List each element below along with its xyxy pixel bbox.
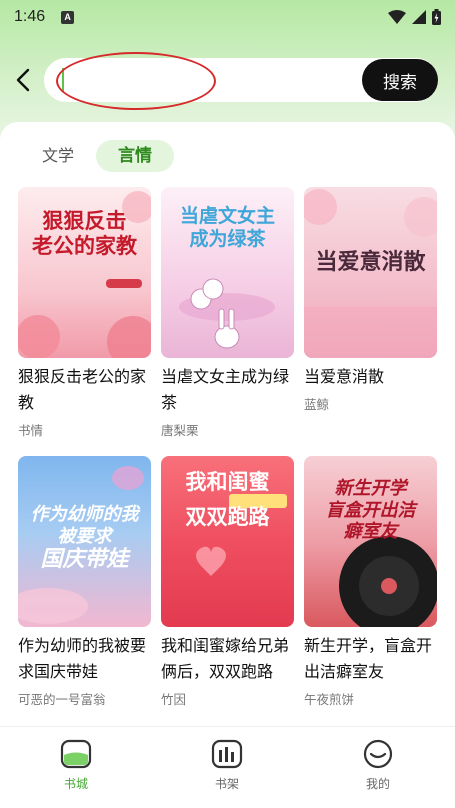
cover-title: 作为幼师的我 被要求 国庆带娃: [18, 504, 151, 574]
status-bar: 1:46 A: [0, 0, 455, 34]
book-author: 可恶的一号富翁: [18, 692, 106, 707]
search-input[interactable]: [62, 64, 352, 96]
signal-icon: [412, 10, 426, 24]
nav-label: 我的: [365, 777, 390, 791]
bookstore-icon: [60, 739, 92, 769]
book-title: 当虐文女主成为绿茶: [161, 367, 290, 412]
book-title: 新生开学，盲盒开出洁癖室友: [304, 636, 433, 681]
book-card[interactable]: 狠狠反击 老公的家教 狠狠反击老公的家教 书情: [18, 187, 151, 439]
tab-wenxue[interactable]: 文学: [38, 140, 78, 172]
book-author: 书情: [18, 423, 44, 438]
wifi-icon: [388, 10, 406, 24]
book-title: 作为幼师的我被要求国庆带娃: [18, 636, 147, 681]
book-card[interactable]: 新生开学 盲盒开出洁 癖室友 新生开学，盲盒开出洁癖室友 午夜煎饼: [304, 456, 437, 708]
cover-title-line: 盲盒开出洁: [325, 499, 416, 521]
book-title: 狠狠反击老公的家教: [18, 367, 147, 412]
profile-icon: [363, 739, 393, 769]
book-cover: 我和闺蜜 双双跑路: [161, 456, 294, 627]
book-cover: 当爱意消散: [304, 187, 437, 358]
search-button[interactable]: 搜索: [362, 59, 438, 101]
cover-title-line: 新生开学: [334, 478, 407, 499]
cover-title-line: 作为幼师的我: [30, 504, 139, 525]
book-cover: 作为幼师的我 被要求 国庆带娃: [18, 456, 151, 627]
nav-label: 书架: [214, 777, 239, 791]
category-tabs: 文学 言情: [0, 140, 455, 174]
chevron-left-icon: [16, 68, 30, 92]
nav-profile[interactable]: 我的: [343, 739, 413, 792]
cover-title: 新生开学 盲盒开出洁 癖室友: [304, 478, 437, 543]
book-author: 午夜煎饼: [304, 692, 355, 707]
status-time: 1:46: [14, 8, 46, 25]
book-card[interactable]: 我和闺蜜 双双跑路 我和闺蜜嫁给兄弟俩后，双双跑路 竹因: [161, 456, 294, 708]
book-cover: 狠狠反击 老公的家教: [18, 187, 151, 358]
book-title: 我和闺蜜嫁给兄弟俩后，双双跑路: [161, 636, 290, 681]
bottom-nav: 书城 书架 我的: [0, 726, 455, 808]
text-cursor: [62, 68, 64, 92]
cover-title-line: 成为绿茶: [189, 227, 266, 250]
cover-title-line: 老公的家教: [32, 234, 137, 259]
book-author: 唐梨栗: [161, 423, 199, 438]
book-cover: 当虐文女主 成为绿茶: [161, 187, 294, 358]
notification-badge: A: [61, 10, 75, 24]
content-card: 文学 言情 狠狠反击 老公的家教 狠狠反击老公的家教 书情 当虐文女主 成为绿茶…: [0, 122, 455, 726]
status-icons: [388, 9, 441, 25]
book-card[interactable]: 当虐文女主 成为绿茶 当虐文女主成为绿茶 唐梨栗: [161, 187, 294, 439]
nav-label: 书城: [63, 777, 88, 791]
book-card[interactable]: 作为幼师的我 被要求 国庆带娃 作为幼师的我被要求国庆带娃 可恶的一号富翁: [18, 456, 151, 708]
book-title: 当爱意消散: [304, 367, 385, 386]
cover-title-line: 癖室友: [343, 521, 398, 543]
cover-title-line: 当虐文女主: [179, 205, 275, 227]
book-author: 蓝鲸: [304, 397, 330, 412]
cover-title-line: 我和闺蜜: [185, 470, 270, 494]
bookshelf-icon: [211, 739, 243, 769]
book-cover: 新生开学 盲盒开出洁 癖室友: [304, 456, 437, 627]
back-button[interactable]: [10, 64, 36, 96]
nav-bookstore[interactable]: 书城: [41, 739, 111, 792]
book-card[interactable]: 当爱意消散 当爱意消散 蓝鲸: [304, 187, 437, 413]
battery-icon: [432, 9, 441, 25]
cover-title: 当虐文女主 成为绿茶: [161, 205, 294, 251]
cover-title-line: 双双跑路: [185, 505, 270, 530]
cover-title-line: 狠狠反击: [42, 209, 127, 233]
nav-bookshelf[interactable]: 书架: [192, 739, 262, 792]
cover-title-line: 国庆带娃: [40, 547, 129, 573]
cover-title-line: 被要求: [57, 525, 112, 547]
tab-yanqing[interactable]: 言情: [96, 140, 174, 172]
cover-title: 狠狠反击 老公的家教: [18, 209, 151, 259]
cover-title: 当爱意消散: [315, 249, 426, 275]
book-author: 竹因: [161, 692, 187, 707]
cover-title: 我和闺蜜 双双跑路: [161, 470, 294, 530]
